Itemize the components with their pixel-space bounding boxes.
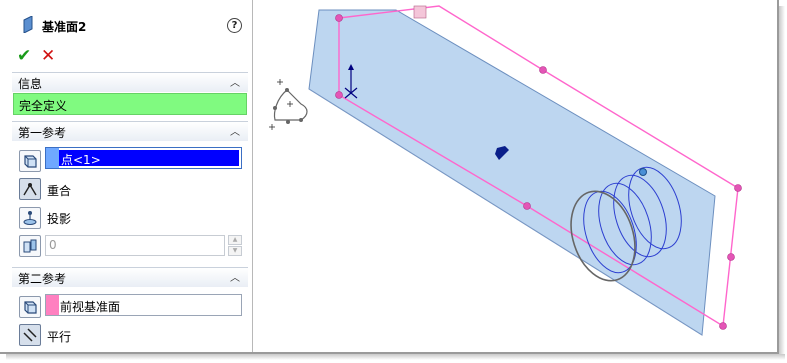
first-reference-group-header[interactable]: 第一参考 ︿ xyxy=(12,121,248,141)
second-reference-value: 前视基准面 xyxy=(60,300,121,314)
collapse-chevron-icon[interactable]: ︿ xyxy=(230,74,240,89)
feature-title: 基准面2 xyxy=(42,20,87,34)
offset-distance-spinner[interactable]: ▲ ▼ xyxy=(228,235,242,256)
first-reference-label: 第一参考 xyxy=(18,126,67,140)
second-reference-group-header[interactable]: 第二参考 ︿ xyxy=(12,267,248,287)
coincident-icon[interactable] xyxy=(19,178,41,200)
cancel-x-icon[interactable]: ✕ xyxy=(41,48,55,65)
parallel-option-label[interactable]: 平行 xyxy=(47,328,71,345)
window-shadow xyxy=(6,354,785,360)
first-reference-select-icon[interactable] xyxy=(19,150,41,172)
helix-endpoint-handle[interactable] xyxy=(639,168,647,176)
spin-down-icon[interactable]: ▼ xyxy=(228,246,242,256)
graphics-area[interactable] xyxy=(253,0,777,352)
first-reference-value: 点<1> xyxy=(61,153,101,167)
second-reference-label: 第二参考 xyxy=(18,272,67,286)
help-icon[interactable]: ? xyxy=(227,18,242,33)
offset-distance-icon[interactable] xyxy=(19,235,41,257)
spin-up-icon[interactable]: ▲ xyxy=(228,235,242,245)
projection-icon[interactable] xyxy=(19,207,41,229)
plane-feature-icon xyxy=(23,16,33,33)
property-manager: 基准面2 ? ✔ ✕ 信息 ︿ 完全定义 第一参考 ︿ 点<1> 重合 投影 0… xyxy=(0,0,253,352)
coincident-option-label[interactable]: 重合 xyxy=(47,182,71,199)
property-manager-header: 基准面2 ? xyxy=(0,12,252,38)
second-reference-select-icon[interactable] xyxy=(19,296,41,318)
ok-check-icon[interactable]: ✔ xyxy=(17,48,31,65)
application-window: 基准面2 ? ✔ ✕ 信息 ︿ 完全定义 第一参考 ︿ 点<1> 重合 投影 0… xyxy=(0,0,779,354)
first-reference-field[interactable]: 点<1> xyxy=(45,147,242,169)
second-reference-color-swatch xyxy=(46,295,59,315)
status-text: 完全定义 xyxy=(19,99,68,113)
info-group-label: 信息 xyxy=(18,77,43,91)
offset-distance-input[interactable]: 0 xyxy=(45,235,225,256)
sketch-profile xyxy=(273,89,308,121)
window-shadow xyxy=(779,6,785,360)
model-view[interactable] xyxy=(253,0,777,352)
offset-distance-value: 0 xyxy=(49,238,57,252)
projection-option-label[interactable]: 投影 xyxy=(47,210,71,227)
collapse-chevron-icon[interactable]: ︿ xyxy=(230,123,240,138)
parallel-icon[interactable] xyxy=(19,324,41,346)
first-reference-color-swatch xyxy=(46,148,59,168)
reference-plane[interactable] xyxy=(308,9,716,336)
info-group-header[interactable]: 信息 ︿ xyxy=(12,72,248,92)
collapse-chevron-icon[interactable]: ︿ xyxy=(230,269,240,284)
second-reference-field[interactable]: 前视基准面 xyxy=(45,294,242,316)
status-message: 完全定义 xyxy=(13,93,247,115)
